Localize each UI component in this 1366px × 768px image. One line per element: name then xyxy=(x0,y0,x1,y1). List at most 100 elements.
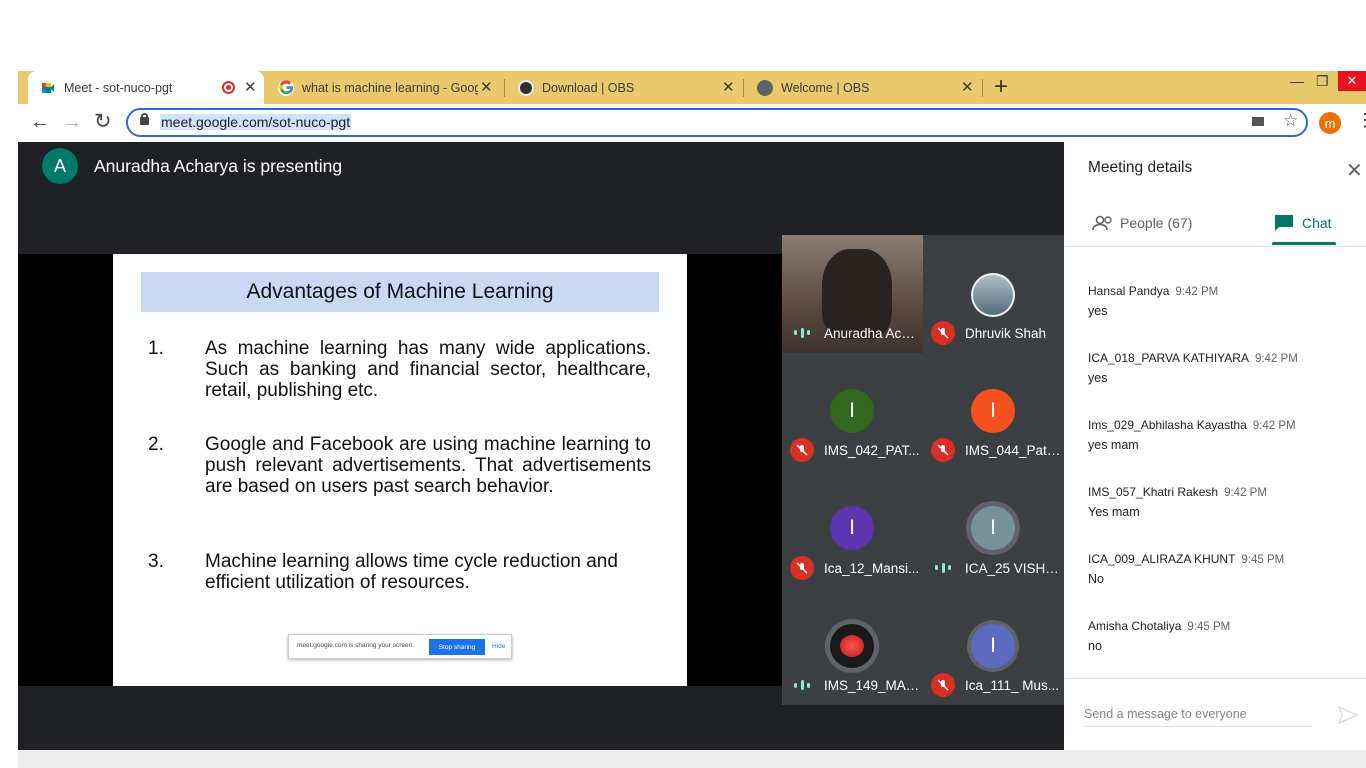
message-time: 9:42 PM xyxy=(1175,286,1219,298)
panel-title: Meeting details xyxy=(1088,159,1193,176)
camera-icon[interactable] xyxy=(1252,117,1264,126)
participant-name: IMS_149_MAI... xyxy=(824,678,920,693)
people-tab-label: People (67) xyxy=(1120,215,1193,231)
participant-tile[interactable]: IMS_149_MAI... xyxy=(782,587,923,705)
share-bar-text: meet.google.com is sharing your screen. xyxy=(297,642,415,649)
minimize-icon[interactable]: — xyxy=(1290,73,1304,89)
active-tab-indicator xyxy=(1272,242,1336,245)
participant-name: ICA_25 VISHAL xyxy=(965,560,1061,576)
slide-item-text: Google and Facebook are using machine le… xyxy=(205,434,651,497)
participant-name: IMS_042_PAT... xyxy=(824,443,920,458)
mic-off-icon xyxy=(790,438,814,462)
message-sender: IMS_057_Khatri Rakesh xyxy=(1088,485,1219,499)
address-bar[interactable]: meet.google.com/sot-nuco-pgt ☆ xyxy=(126,108,1308,137)
tab-close-icon[interactable]: ✕ xyxy=(722,78,735,96)
participant-tile[interactable]: Dhruvik Shah xyxy=(923,235,1064,353)
tab-obs-welcome[interactable]: Welcome | OBS ✕ xyxy=(749,71,975,104)
message-sender: ICA_009_ALIRAZA KHUNT xyxy=(1088,552,1236,566)
chat-message: Ims_029_Abhilasha Kayastha 9:42 PM yes ma… xyxy=(1088,418,1296,452)
obs-icon xyxy=(518,79,534,96)
message-sender: Ims_029_Abhilasha Kayastha xyxy=(1088,418,1247,432)
tab-title: Download | OBS xyxy=(542,80,635,95)
participant-tile[interactable]: Anuradha Ach... xyxy=(782,235,923,353)
chat-message: IMS_057_Khatri Rakesh 9:42 PM Yes mam xyxy=(1088,485,1267,519)
chat-input[interactable]: Send a message to everyone xyxy=(1084,707,1247,721)
participant-name: Ica_111_ Mus... xyxy=(965,678,1060,693)
message-sender: ICA_018_PARVA KATHIYARA xyxy=(1088,351,1249,365)
message-text: yes mam xyxy=(1088,438,1139,452)
tab-close-icon[interactable]: ✕ xyxy=(961,78,974,96)
taskbar xyxy=(18,750,1366,768)
close-panel-icon[interactable]: ✕ xyxy=(1346,158,1363,183)
participant-tile[interactable]: I Ica_12_Mansi... xyxy=(782,470,923,588)
profile-avatar[interactable]: m xyxy=(1319,112,1341,134)
recording-icon xyxy=(222,81,235,94)
lock-shackle xyxy=(141,113,148,119)
message-text: yes xyxy=(1088,304,1108,318)
google-g-icon xyxy=(278,79,294,96)
tab-chat[interactable]: Chat xyxy=(1274,212,1336,242)
message-text: Yes mam xyxy=(1088,505,1140,519)
message-time: 9:42 PM xyxy=(1224,487,1267,499)
hide-button[interactable]: Hide xyxy=(492,643,505,650)
tab-meet[interactable]: Meet - sot-nuco-pgt ✕ xyxy=(28,71,264,104)
participant-avatar: I xyxy=(830,506,874,550)
participant-grid: Anuradha Ach... Dhruvik Shah I IMS_042_P… xyxy=(782,235,1064,705)
mic-off-icon xyxy=(931,438,955,462)
people-icon xyxy=(1092,215,1112,231)
chat-icon xyxy=(1275,215,1293,231)
tab-title: Meet - sot-nuco-pgt xyxy=(64,80,173,95)
participant-tile[interactable]: I IMS_044_Pate... xyxy=(923,352,1064,470)
tab-people[interactable]: People (67) xyxy=(1092,212,1222,242)
message-time: 9:42 PM xyxy=(1252,420,1296,432)
message-time: 9:45 PM xyxy=(1241,554,1285,566)
send-icon[interactable] xyxy=(1338,706,1358,724)
tab-close-icon[interactable]: ✕ xyxy=(480,78,493,96)
participant-avatar: I xyxy=(971,506,1015,550)
message-sender: Amisha Chotaliya xyxy=(1088,619,1182,633)
message-text: yes xyxy=(1088,371,1108,385)
forward-arrow-icon[interactable]: → xyxy=(62,111,82,134)
chat-message: Amisha Chotaliya 9:45 PM no xyxy=(1088,619,1230,653)
star-bookmark-icon[interactable]: ☆ xyxy=(1283,111,1298,131)
tab-separator xyxy=(982,79,983,97)
participant-avatar: I xyxy=(971,388,1015,433)
stop-sharing-button[interactable]: Stop sharing xyxy=(429,639,485,655)
google-meet-icon xyxy=(40,79,56,96)
participant-avatar: I xyxy=(830,388,874,433)
browser-menu-icon[interactable]: ⋮ xyxy=(1356,111,1366,129)
tab-obs-download[interactable]: Download | OBS ✕ xyxy=(510,71,736,104)
participant-tile[interactable]: I IMS_042_PAT... xyxy=(782,352,923,470)
url-text: meet.google.com/sot-nuco-pgt xyxy=(160,114,352,130)
window-close-icon[interactable]: ✕ xyxy=(1338,71,1366,91)
message-text: no xyxy=(1088,639,1102,653)
participant-tile[interactable]: I Ica_111_ Mus... xyxy=(923,587,1064,705)
mic-off-icon xyxy=(931,673,955,697)
globe-icon xyxy=(757,79,773,96)
slide-item-number: 1. xyxy=(148,338,164,359)
participant-name: Ica_12_Mansi... xyxy=(824,560,920,576)
presenter-avatar: A xyxy=(42,148,78,184)
chat-message: Hansal Pandya 9:42 PM yes xyxy=(1088,284,1218,318)
tab-separator xyxy=(504,79,505,97)
input-underline xyxy=(1084,726,1312,727)
chat-tab-label: Chat xyxy=(1302,215,1332,231)
message-text: No xyxy=(1088,572,1104,586)
new-tab-plus-icon[interactable]: + xyxy=(994,73,1008,101)
slide-item-number: 3. xyxy=(148,551,164,572)
tab-title: Welcome | OBS xyxy=(781,80,870,95)
tab-close-icon[interactable]: ✕ xyxy=(244,78,257,96)
chat-message: ICA_009_ALIRAZA KHUNT 9:45 PM No xyxy=(1088,552,1284,586)
restore-icon[interactable]: ❐ xyxy=(1316,73,1329,90)
back-arrow-icon[interactable]: ← xyxy=(30,111,50,134)
tab-google-search[interactable]: what is machine learning - Googl ✕ xyxy=(270,71,496,104)
mic-off-icon xyxy=(790,555,814,580)
mic-off-icon xyxy=(931,320,955,345)
participant-tile[interactable]: I ICA_25 VISHAL xyxy=(923,470,1064,588)
tab-title: what is machine learning - Googl xyxy=(302,80,478,95)
reload-icon[interactable]: ↻ xyxy=(94,109,112,134)
panel-divider xyxy=(1064,678,1366,679)
slide-item-text: Machine learning allows time cycle reduc… xyxy=(205,551,618,593)
presenting-label: Anuradha Acharya is presenting xyxy=(94,156,343,176)
participant-photo-avatar xyxy=(971,273,1015,317)
